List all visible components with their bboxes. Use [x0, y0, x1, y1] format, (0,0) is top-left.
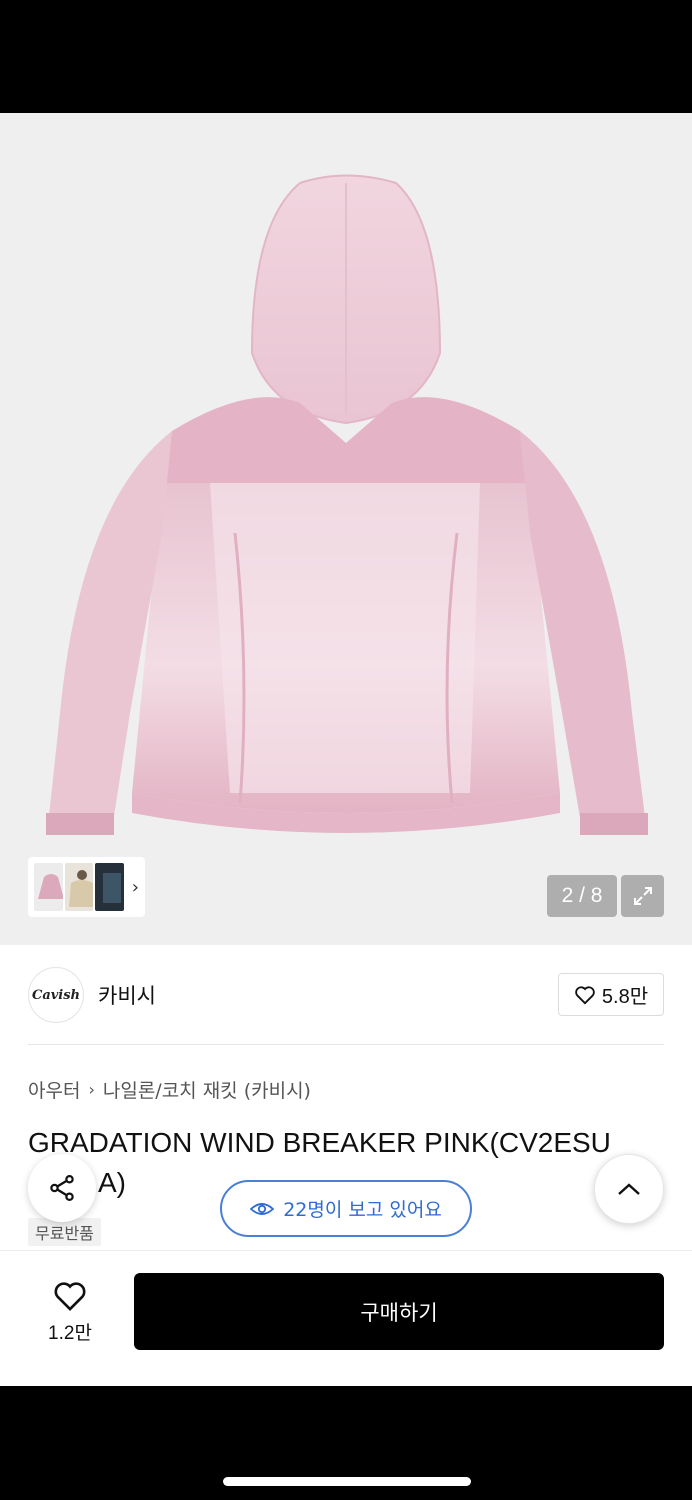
thumbnail-2[interactable]: [64, 863, 94, 911]
viewers-text: 22명이 보고 있어요: [283, 1199, 442, 1221]
home-indicator[interactable]: [223, 1477, 471, 1486]
chevron-right-icon: ›: [88, 1080, 95, 1099]
free-return-badge: 무료반품: [28, 1218, 101, 1246]
heart-icon: [54, 1281, 86, 1311]
heart-icon: [575, 985, 595, 1004]
chevron-right-icon[interactable]: ›: [132, 877, 139, 898]
wishlist-count: 1.2만: [48, 1322, 92, 1344]
share-button[interactable]: [28, 1154, 96, 1222]
buy-button[interactable]: 구매하기: [134, 1273, 664, 1350]
brand-like-count: 5.8만: [601, 986, 649, 1008]
status-bar-area: [0, 0, 692, 113]
expand-icon[interactable]: [621, 875, 664, 917]
product-image: [46, 174, 648, 835]
divider: [28, 1044, 664, 1045]
thumbnail-3[interactable]: [95, 863, 124, 911]
viewers-pill: 22명이 보고 있어요: [220, 1180, 472, 1237]
breadcrumb-subcategory[interactable]: 나일론/코치 재킷 (카비시): [103, 1076, 311, 1103]
eye-icon: [250, 1202, 275, 1215]
share-icon: [50, 1175, 74, 1201]
wishlist-button[interactable]: 1.2만: [28, 1276, 112, 1348]
thumbnail-1[interactable]: [34, 863, 63, 911]
brand-logo[interactable]: Cavish: [28, 967, 84, 1023]
chevron-up-icon: [618, 1183, 640, 1195]
image-counter: 2 / 8: [547, 875, 617, 917]
thumbnail-strip[interactable]: ›: [28, 857, 145, 917]
scroll-top-button[interactable]: [594, 1154, 664, 1224]
brand-like-button[interactable]: 5.8만: [558, 973, 664, 1016]
product-image-gallery[interactable]: [0, 113, 692, 945]
brand-name[interactable]: 카비시: [98, 980, 156, 1010]
breadcrumb: 아우터 › 나일론/코치 재킷 (카비시): [28, 1076, 311, 1103]
product-title-line1: GRADATION WIND BREAKER PINK(CV2ESU: [28, 1127, 611, 1158]
breadcrumb-category[interactable]: 아우터: [28, 1076, 80, 1103]
